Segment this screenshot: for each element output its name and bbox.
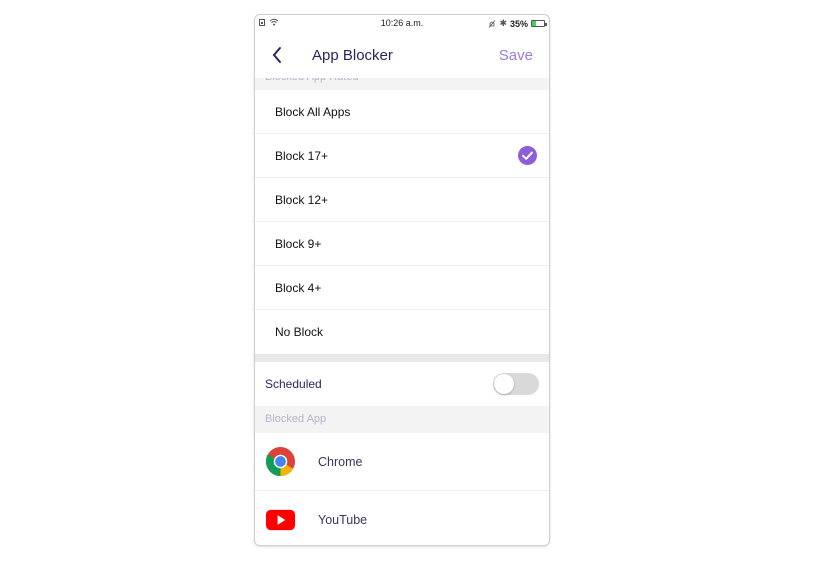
scheduled-label: Scheduled [265,377,322,391]
chrome-icon [265,446,296,477]
scheduled-row: Scheduled [255,362,549,406]
alarm-off-icon [489,19,496,28]
scheduled-toggle[interactable] [493,373,539,395]
rating-option-12[interactable]: Block 12+ [255,178,549,222]
app-header: App Blocker Save [255,32,549,79]
rating-option-none[interactable]: No Block [255,310,549,354]
section-label-rated: Blocked App Rated [255,78,549,90]
bluetooth-icon: ✱ [499,18,507,28]
blocked-app-youtube[interactable]: YouTube [255,491,549,545]
app-name: Chrome [318,454,363,469]
app-name: YouTube [318,512,368,527]
battery-icon [531,20,547,27]
save-button[interactable]: Save [499,47,533,64]
page-title: App Blocker [312,47,393,64]
rating-option-17[interactable]: Block 17+ [255,134,549,178]
chevron-left-icon[interactable] [269,44,285,66]
battery-percent: 35% [509,18,528,29]
rating-options-list: Block All Apps Block 17+ Block 12+ Block… [255,90,549,545]
phone-screen: 10:26 a.m. ✱ 35% App Blocker Save Blocke… [254,14,550,546]
rating-option-4[interactable]: Block 4+ [255,266,549,310]
blocked-app-chrome[interactable]: Chrome [255,433,549,491]
youtube-icon [265,509,296,531]
section-label-blocked-app: Blocked App [255,406,549,433]
rating-option-9[interactable]: Block 9+ [255,222,549,266]
checkmark-icon [518,146,537,165]
section-divider [255,354,549,362]
status-bar: 10:26 a.m. ✱ 35% [255,15,549,32]
rating-option-all[interactable]: Block All Apps [255,90,549,134]
